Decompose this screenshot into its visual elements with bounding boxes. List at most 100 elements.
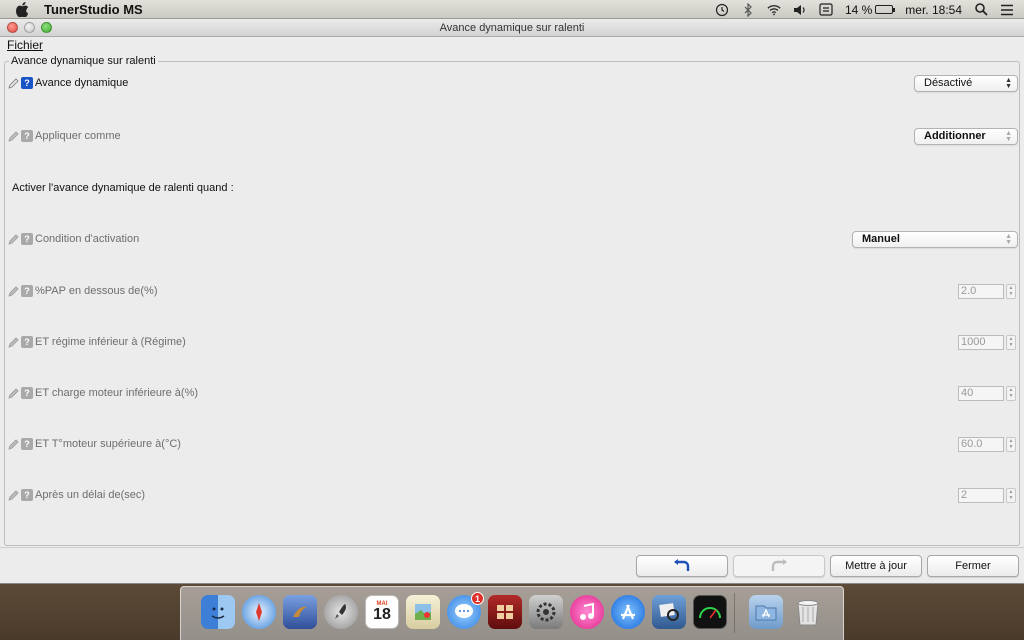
field-label: ET charge moteur inférieure à(%) xyxy=(35,387,199,399)
spinner-arrows[interactable]: ▲ ▼ xyxy=(1006,385,1016,401)
close-button[interactable]: Fermer xyxy=(927,555,1019,577)
row-avance-dynamique: ? Avance dynamique Désactivé ▲ ▼ xyxy=(8,74,1018,92)
trash-icon[interactable] xyxy=(791,595,825,629)
row-charge: ? ET charge moteur inférieure à(%) 40 ▲ ▼ xyxy=(8,384,1018,402)
tunerstudio-gauge-icon[interactable] xyxy=(693,595,727,629)
wifi-icon[interactable] xyxy=(767,3,781,17)
help-icon: ? xyxy=(21,387,33,399)
menu-bar: Fichier xyxy=(0,37,1024,53)
redo-button[interactable] xyxy=(733,555,825,577)
select-value: Désactivé xyxy=(924,77,973,89)
help-icon[interactable]: ? xyxy=(21,77,33,89)
spin-down-icon[interactable]: ▼ xyxy=(1007,393,1015,400)
temperature-spinner[interactable]: 60.0 ▲ ▼ xyxy=(958,435,1016,453)
spin-down-icon[interactable]: ▼ xyxy=(1007,495,1015,502)
spin-down-icon[interactable]: ▼ xyxy=(1007,342,1015,349)
regime-spinner[interactable]: 1000 ▲ ▼ xyxy=(958,333,1016,351)
pencil-icon[interactable] xyxy=(8,77,19,89)
update-button[interactable]: Mettre à jour xyxy=(830,555,922,577)
finder-icon[interactable] xyxy=(201,595,235,629)
messages-badge: 1 xyxy=(471,592,484,605)
field-label: Avance dynamique xyxy=(35,77,129,89)
section-heading: Activer l'avance dynamique de ralenti qu… xyxy=(12,182,234,194)
system-preferences-gear-icon[interactable] xyxy=(529,595,563,629)
close-window-icon[interactable] xyxy=(7,22,18,33)
applications-folder-icon[interactable] xyxy=(749,595,783,629)
spinner-arrows[interactable]: ▲ ▼ xyxy=(1006,283,1016,299)
undo-arrow-icon xyxy=(674,559,690,571)
field-label: ET T°moteur supérieure à(°C) xyxy=(35,438,181,450)
messages-icon[interactable]: 1 xyxy=(447,592,484,629)
pap-spinner[interactable]: 2.0 ▲ ▼ xyxy=(958,282,1016,300)
help-icon: ? xyxy=(21,130,33,142)
bluetooth-icon[interactable] xyxy=(741,2,755,17)
select-value: Manuel xyxy=(862,233,900,245)
field-label: ET régime inférieur à (Régime) xyxy=(35,336,186,348)
preview-photos-icon[interactable] xyxy=(652,595,686,629)
menubar-clock[interactable]: mer. 18:54 xyxy=(905,3,962,17)
select-arrows-icon: ▲ ▼ xyxy=(1005,129,1012,143)
window-controls xyxy=(7,22,52,33)
row-temperature: ? ET T°moteur supérieure à(°C) 60.0 ▲ ▼ xyxy=(8,435,1018,453)
field-label: Appliquer comme xyxy=(35,130,121,142)
redo-arrow-icon xyxy=(771,559,787,571)
pap-input[interactable]: 2.0 xyxy=(958,283,1004,299)
minimize-window-icon[interactable] xyxy=(24,22,35,33)
field-label: Condition d'activation xyxy=(35,233,140,245)
menu-fichier[interactable]: Fichier xyxy=(7,38,43,52)
delai-input[interactable]: 2 xyxy=(958,487,1004,503)
itunes-music-icon[interactable] xyxy=(570,595,604,629)
delai-spinner[interactable]: 2 ▲ ▼ xyxy=(958,486,1016,504)
app-store-icon[interactable] xyxy=(611,595,645,629)
dock-separator xyxy=(734,593,735,633)
field-label: Après un délai de(sec) xyxy=(35,489,146,501)
temperature-input[interactable]: 60.0 xyxy=(958,436,1004,452)
help-icon: ? xyxy=(21,285,33,297)
contacts-maps-icon[interactable] xyxy=(406,595,440,629)
pencil-disabled-icon xyxy=(8,285,19,297)
time-machine-icon[interactable] xyxy=(715,3,729,17)
row-appliquer-comme: ? Appliquer comme Additionner ▲ ▼ xyxy=(8,127,1018,145)
row-pap: ? %PAP en dessous de(%) 2.0 ▲ ▼ xyxy=(8,282,1018,300)
macos-menubar: TunerStudio MS 14 % mer. 18:54 xyxy=(0,0,1024,19)
field-label: %PAP en dessous de(%) xyxy=(35,285,158,297)
safari-icon[interactable] xyxy=(242,595,276,629)
calendar-icon[interactable]: MAI 18 xyxy=(365,595,399,629)
spinner-arrows[interactable]: ▲ ▼ xyxy=(1006,436,1016,452)
battery-percent: 14 % xyxy=(844,2,873,17)
pencil-disabled-icon xyxy=(8,336,19,348)
volume-icon[interactable] xyxy=(793,3,807,17)
launchpad-rocket-icon[interactable] xyxy=(324,595,358,629)
battery-indicator[interactable]: 14 % xyxy=(844,2,896,17)
pencil-disabled-icon xyxy=(8,489,19,501)
appliquer-comme-select[interactable]: Additionner ▲ ▼ xyxy=(914,127,1018,145)
undo-button[interactable] xyxy=(636,555,728,577)
app-name-menu[interactable]: TunerStudio MS xyxy=(44,2,143,17)
photo-booth-icon[interactable] xyxy=(488,595,522,629)
charge-spinner[interactable]: 40 ▲ ▼ xyxy=(958,384,1016,402)
spotlight-search-icon[interactable] xyxy=(974,3,988,17)
notification-center-icon[interactable] xyxy=(1000,3,1014,17)
row-condition-activation: ? Condition d'activation Manuel ▲ ▼ xyxy=(8,230,1018,248)
panel-legend: Avance dynamique sur ralenti xyxy=(9,55,158,67)
window-title: Avance dynamique sur ralenti xyxy=(439,21,585,34)
zoom-window-icon[interactable] xyxy=(41,22,52,33)
pencil-disabled-icon xyxy=(8,130,19,142)
settings-panel: Avance dynamique sur ralenti ? Avance dy… xyxy=(4,55,1020,546)
condition-activation-select[interactable]: Manuel ▲ ▼ xyxy=(852,230,1018,248)
spinner-arrows[interactable]: ▲ ▼ xyxy=(1006,487,1016,503)
avance-dynamique-select[interactable]: Désactivé ▲ ▼ xyxy=(914,74,1018,92)
row-regime: ? ET régime inférieur à (Régime) 1000 ▲ ▼ xyxy=(8,333,1018,351)
dock: MAI 18 1 xyxy=(180,586,844,640)
app-window: Avance dynamique sur ralenti Fichier Ava… xyxy=(0,19,1024,584)
regime-input[interactable]: 1000 xyxy=(958,334,1004,350)
apple-logo-icon[interactable] xyxy=(14,1,30,17)
status-menu-icon[interactable] xyxy=(819,3,833,17)
charge-input[interactable]: 40 xyxy=(958,385,1004,401)
window-titlebar[interactable]: Avance dynamique sur ralenti xyxy=(0,19,1024,37)
spinner-arrows[interactable]: ▲ ▼ xyxy=(1006,334,1016,350)
calendar-day: 18 xyxy=(373,606,391,623)
spin-down-icon[interactable]: ▼ xyxy=(1007,444,1015,451)
mail-stamp-icon[interactable] xyxy=(283,595,317,629)
spin-down-icon[interactable]: ▼ xyxy=(1007,291,1015,298)
